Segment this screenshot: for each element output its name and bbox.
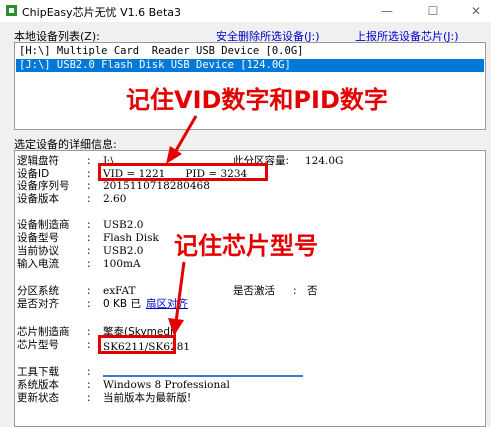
activated-label: 是否激活 <box>233 285 275 297</box>
title-bar: ChipEasy芯片无忧 V1.6 Beta3 — ☐ ✕ <box>0 0 491 22</box>
vid-pid-annotation: 记住VID数字和PID数字 <box>126 86 388 114</box>
maximize-button[interactable]: ☐ <box>418 0 448 22</box>
protocol-value: USB2.0 <box>103 245 144 257</box>
vendor-label: 设备制造商 <box>17 219 70 231</box>
chip-app-icon <box>6 5 17 16</box>
aligned-label: 是否对齐 <box>17 298 59 310</box>
vendor-value: USB2.0 <box>103 219 144 231</box>
details-panel: 逻辑盘符 : J:\ 此分区容量: 124.0G 设备ID : VID = 12… <box>14 150 486 427</box>
aligned-value: 0 KB 已 <box>103 298 141 310</box>
version-label: 设备版本 <box>17 193 59 205</box>
serial-value: 20151107182804​68 <box>103 180 210 192</box>
minimize-button[interactable]: — <box>372 0 402 22</box>
filesystem-value: exFAT <box>103 285 136 297</box>
current-value: 100mA <box>103 258 141 270</box>
model-value: Flash Disk <box>103 232 159 244</box>
arrow-icon <box>168 261 186 336</box>
chip-annotation: 记住芯片型号 <box>174 232 318 260</box>
chip-model-label: 芯片型号 <box>17 339 59 351</box>
download-progress-bar <box>103 375 303 377</box>
partition-value: 124.0G <box>305 155 344 167</box>
update-label: 更新状态 <box>17 392 59 404</box>
drive-label: 逻辑盘符 <box>17 155 59 167</box>
device-id-label: 设备ID <box>17 168 50 180</box>
device-item-selected[interactable]: [J:\] USB2.0 Flash Disk USB Device [124.… <box>16 59 484 72</box>
os-label: 系统版本 <box>17 379 59 391</box>
current-label: 输入电流 <box>17 258 59 270</box>
filesystem-label: 分区系统 <box>17 285 59 297</box>
protocol-label: 当前协议 <box>17 245 59 257</box>
update-value: 当前版本为最新版! <box>103 392 192 404</box>
os-value: Windows 8 Professional <box>103 379 230 391</box>
tool-download-label: 工具下载 <box>17 366 59 378</box>
arrow-icon <box>166 115 198 164</box>
chip-vendor-label: 芯片制造商 <box>17 326 70 338</box>
activated-value: 否 <box>307 285 318 297</box>
version-value: 2.60 <box>103 193 127 205</box>
model-label: 设备型号 <box>17 232 59 244</box>
device-item[interactable]: [H:\] Multiple Card Reader USB Device [0… <box>16 45 484 58</box>
window-title: ChipEasy芯片无忧 V1.6 Beta3 <box>22 6 182 19</box>
close-button[interactable]: ✕ <box>461 0 491 22</box>
serial-label: 设备序列号 <box>17 180 70 192</box>
